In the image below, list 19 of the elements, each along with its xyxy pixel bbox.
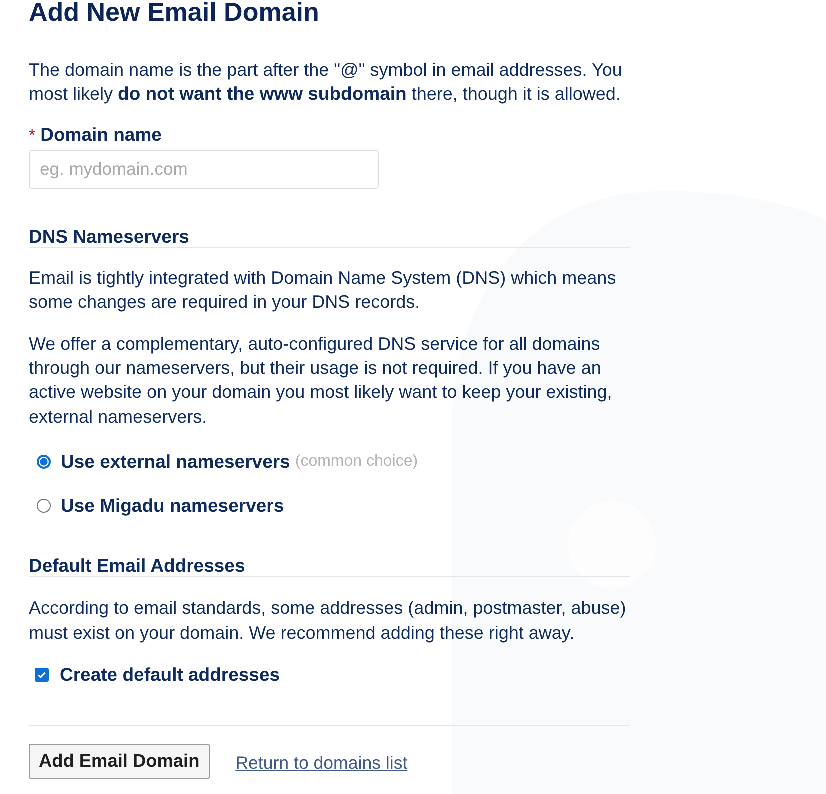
radio-button[interactable] <box>37 499 51 514</box>
radio-button[interactable] <box>37 455 51 470</box>
domain-name-input[interactable]: eg. mydomain.com <box>29 150 379 189</box>
return-link[interactable]: Return to domains list <box>236 746 408 776</box>
section-heading: DNS Nameservers <box>29 226 190 247</box>
section-heading: Default Email Addresses <box>29 555 246 576</box>
add-domain-button[interactable]: Add Email Domain <box>29 744 210 780</box>
section-text: We offer a complementary, auto-configured DNS service for all domains through our nameservers, but their usage is not required. If you have an active website on your domain you most likely want to keep your existing, external nameservers. <box>29 332 614 429</box>
option-label: Create default addresses <box>60 663 280 688</box>
option-label: Use external nameservers <box>61 450 290 474</box>
intro-text: The domain name is the part after the "@" symbol in email addresses. You most likely do not want the www subdomain there, though it is allowed. <box>29 59 624 106</box>
field-label: Domain name <box>40 122 162 147</box>
option-label: Use Migadu nameservers <box>61 494 284 518</box>
option-hint: (common choice) <box>295 452 418 472</box>
checkbox[interactable] <box>35 668 49 682</box>
required-mark: * <box>29 126 36 145</box>
page-title: Add New Email Domain <box>29 0 320 27</box>
section-text: Email is tightly integrated with Domain Name System (DNS) which means some changes are required in your DNS records. <box>29 266 618 314</box>
section-text: According to email standards, some addresses (admin, postmaster, abuse) must exist on your domain. We recommend adding these right away. <box>29 597 628 645</box>
